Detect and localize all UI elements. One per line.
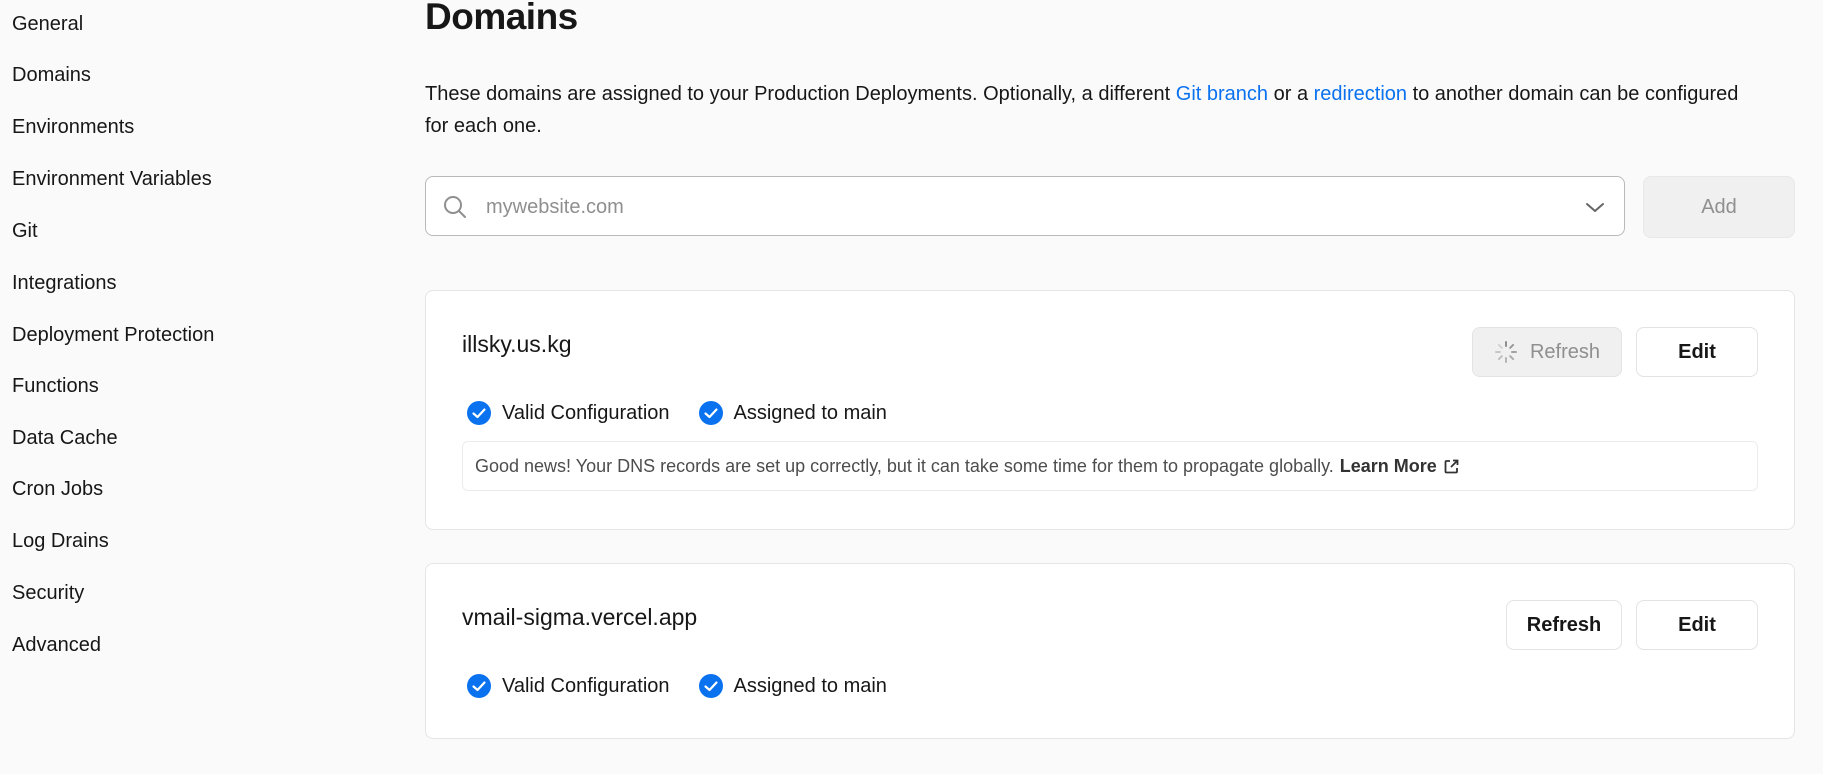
status-label: Assigned to main: [733, 674, 887, 697]
check-circle-icon: [698, 673, 724, 699]
learn-more-link[interactable]: Learn More: [1340, 456, 1460, 477]
sidebar-item-integrations[interactable]: Integrations: [12, 270, 117, 296]
add-domain-button[interactable]: Add: [1643, 176, 1795, 238]
intro-text: These domains are assigned to your Produ…: [425, 78, 1755, 142]
status-valid-configuration: Valid Configuration: [466, 673, 670, 699]
settings-sidebar: General Domains Environments Environment…: [0, 0, 380, 774]
domain-name[interactable]: vmail-sigma.vercel.app: [462, 604, 697, 631]
sidebar-item-functions[interactable]: Functions: [12, 373, 99, 399]
edit-button[interactable]: Edit: [1636, 600, 1758, 650]
status-row: Valid Configuration Assigned to main: [466, 672, 915, 700]
check-circle-icon: [466, 673, 492, 699]
status-label: Valid Configuration: [502, 401, 670, 424]
status-assigned-branch: Assigned to main: [698, 673, 887, 699]
refresh-button[interactable]: Refresh: [1472, 327, 1622, 377]
sidebar-item-security[interactable]: Security: [12, 580, 84, 606]
domain-search-combobox[interactable]: [425, 176, 1625, 237]
chevron-down-icon[interactable]: [1584, 197, 1606, 217]
domain-search-input[interactable]: [484, 177, 1548, 237]
sidebar-item-deployment-protection[interactable]: Deployment Protection: [12, 322, 214, 348]
git-branch-link[interactable]: Git branch: [1176, 83, 1268, 105]
sidebar-item-general[interactable]: General: [12, 11, 83, 37]
page-title: Domains: [425, 0, 578, 37]
intro-text-part: These domains are assigned to your Produ…: [425, 83, 1176, 105]
dns-notice: Good news! Your DNS records are set up c…: [462, 441, 1758, 491]
spinner-icon: [1494, 340, 1518, 364]
check-circle-icon: [466, 400, 492, 426]
sidebar-item-data-cache[interactable]: Data Cache: [12, 425, 118, 451]
sidebar-item-log-drains[interactable]: Log Drains: [12, 528, 109, 554]
refresh-label: Refresh: [1529, 340, 1601, 363]
domain-card: vmail-sigma.vercel.app Refresh Edit Vali…: [425, 563, 1795, 739]
domains-panel: Domains These domains are assigned to yo…: [425, 0, 1795, 774]
redirection-link[interactable]: redirection: [1314, 83, 1407, 105]
sidebar-item-advanced[interactable]: Advanced: [12, 632, 101, 658]
sidebar-item-environment-variables[interactable]: Environment Variables: [12, 166, 212, 192]
edit-button[interactable]: Edit: [1636, 327, 1758, 377]
notice-text: Good news! Your DNS records are set up c…: [475, 455, 1334, 476]
status-assigned-branch: Assigned to main: [698, 400, 887, 426]
status-label: Assigned to main: [733, 401, 887, 424]
sidebar-item-cron-jobs[interactable]: Cron Jobs: [12, 476, 103, 502]
check-circle-icon: [698, 400, 724, 426]
sidebar-item-environments[interactable]: Environments: [12, 114, 134, 140]
search-icon: [442, 194, 468, 220]
refresh-button[interactable]: Refresh: [1506, 600, 1622, 650]
learn-more-label: Learn More: [1339, 455, 1437, 476]
status-valid-configuration: Valid Configuration: [466, 400, 670, 426]
status-label: Valid Configuration: [502, 674, 670, 697]
domain-name[interactable]: illsky.us.kg: [462, 331, 572, 358]
status-row: Valid Configuration Assigned to main: [466, 399, 915, 427]
sidebar-item-git[interactable]: Git: [12, 218, 38, 244]
domain-card: illsky.us.kg Refresh Edit Valid Configur…: [425, 290, 1795, 530]
external-link-icon: [1443, 458, 1460, 475]
intro-text-part: or a: [1268, 83, 1314, 105]
sidebar-item-domains[interactable]: Domains: [12, 62, 91, 88]
